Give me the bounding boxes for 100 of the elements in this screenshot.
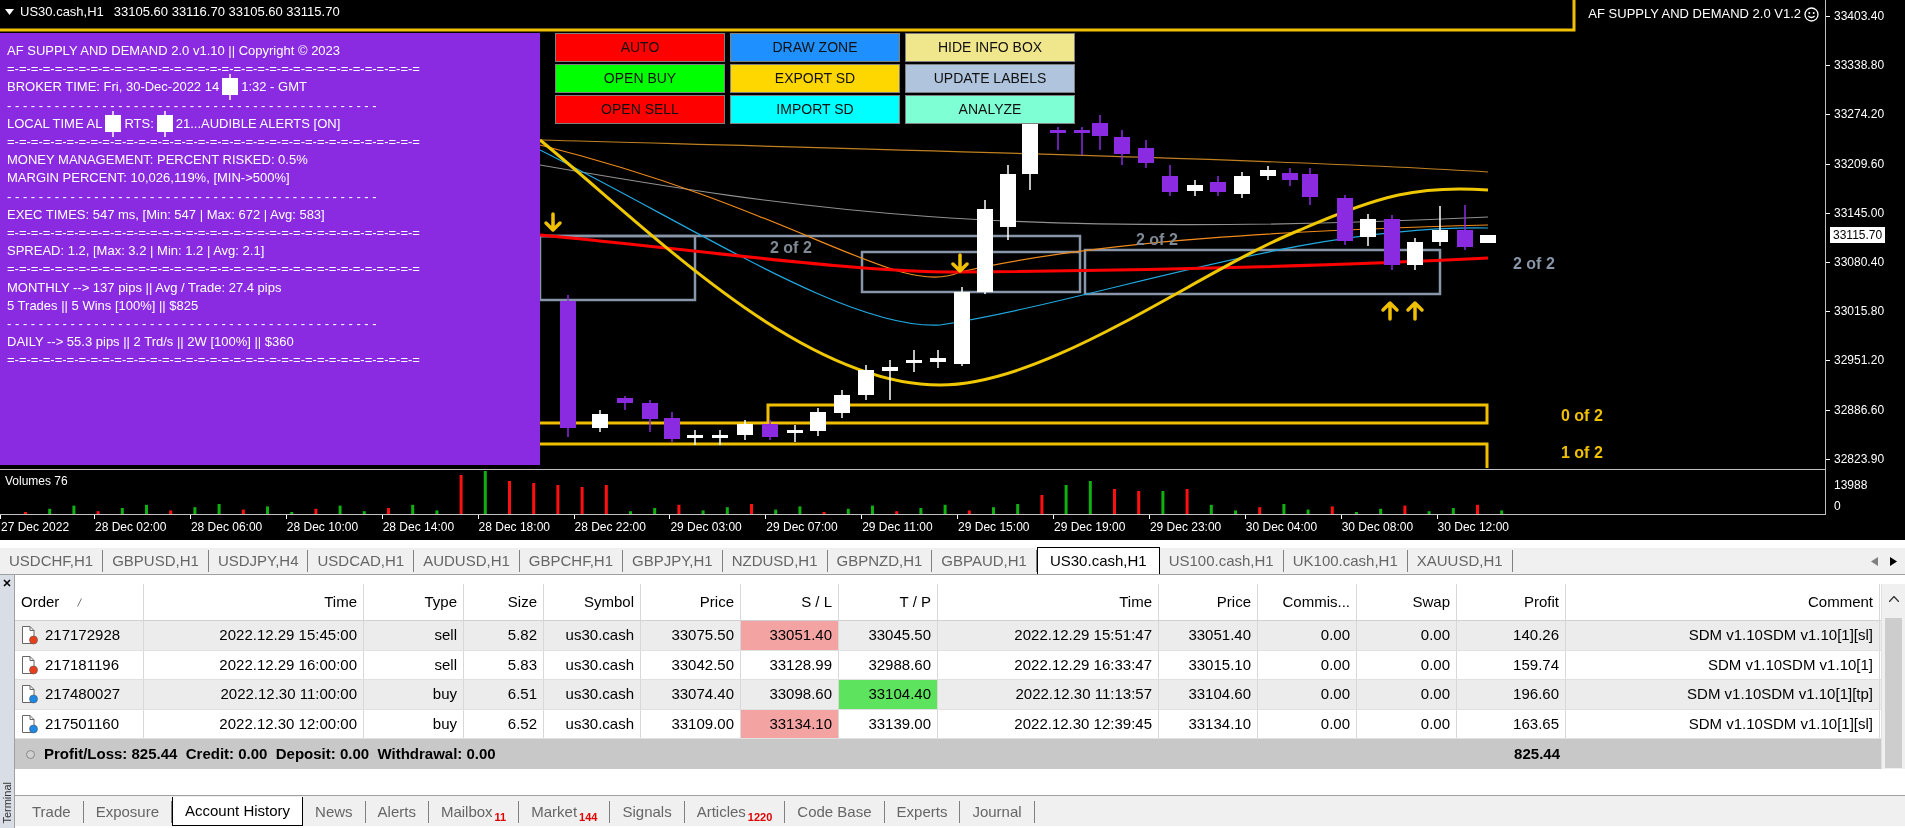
terminal-tab[interactable]: News xyxy=(303,801,366,823)
volume-bar xyxy=(217,504,221,514)
table-cell: 163.65 xyxy=(1457,709,1566,738)
volume-bar xyxy=(1016,504,1020,514)
terminal-tab[interactable]: Alerts xyxy=(365,801,429,823)
price-label: 33015.80 xyxy=(1834,304,1885,319)
candlestick xyxy=(1302,167,1318,206)
terminal-tab[interactable]: Account History xyxy=(172,797,304,826)
chart-tab[interactable]: GBPJPY,H1 xyxy=(623,550,723,572)
candlestick xyxy=(712,429,728,446)
action-button[interactable]: HIDE INFO BOX xyxy=(905,33,1075,62)
total-profit: 825.44 xyxy=(1513,743,1560,764)
table-cell: 33134.10 xyxy=(741,709,839,738)
column-header[interactable]: Swap xyxy=(1357,584,1457,620)
zone-label: 2 of 2 xyxy=(1513,255,1555,273)
candlestick xyxy=(664,411,680,443)
table-cell: 2022.12.30 12:39:45 xyxy=(938,709,1159,738)
table-cell: 33045.50 xyxy=(839,621,938,650)
column-header[interactable]: Price xyxy=(641,584,741,620)
table-cell: SDM v1.10SDM v1.10[1][sl] xyxy=(1566,709,1880,738)
chart-tab[interactable]: XAUUSD,H1 xyxy=(1407,550,1513,572)
action-button[interactable]: OPEN SELL xyxy=(555,95,725,124)
info-text: =-=-=-=-=-=-=-=-=-=-=-=-=-=-=-=-=-=-=-=-=-=-=-=-=-=-=-=-=-=-=-=-=-=-= xyxy=(7,260,420,279)
chart-tab[interactable]: GBPCHF,H1 xyxy=(519,550,624,572)
terminal-tab[interactable]: Trade xyxy=(20,801,84,823)
action-button[interactable]: IMPORT SD xyxy=(730,95,900,124)
chart-tab[interactable]: US100.cash,H1 xyxy=(1159,550,1284,572)
column-header[interactable]: Comment xyxy=(1566,584,1880,620)
volume-bar xyxy=(266,506,269,514)
scroll-left-icon[interactable] xyxy=(1871,556,1878,566)
terminal-tab[interactable]: Experts xyxy=(884,801,961,823)
column-header[interactable]: Commis... xyxy=(1258,584,1357,620)
action-button[interactable]: UPDATE LABELS xyxy=(905,64,1075,93)
table-cell: SDM v1.10SDM v1.10[1][tp] xyxy=(1566,680,1880,709)
volume-title: Volumes 76 xyxy=(5,474,68,488)
up-arrow-marker xyxy=(1406,301,1424,321)
info-text: =-=-=-=-=-=-=-=-=-=-=-=-=-=-=-=-=-=-=-=-=-=-=-=-=-=-=-=-=-=-=-=-=-=-= xyxy=(7,133,420,152)
volume-bar xyxy=(725,507,729,514)
table-cell: 33042.50 xyxy=(641,650,741,679)
column-header[interactable]: Order xyxy=(15,584,144,620)
chart-tab[interactable]: GBPAUD,H1 xyxy=(932,550,1037,572)
ohlc-values: 33105.60 33116.70 33105.60 33115.70 xyxy=(113,4,340,20)
table-cell: 2022.12.30 11:00:00 xyxy=(144,680,364,709)
dropdown-icon[interactable] xyxy=(5,9,14,15)
volume-axis-label: 13988 xyxy=(1834,478,1868,492)
scroll-up-icon[interactable] xyxy=(1888,596,1899,602)
volume-bar xyxy=(1451,508,1455,514)
scrollbar[interactable] xyxy=(1881,584,1905,769)
table-cell: 33139.00 xyxy=(839,709,938,738)
time-label: 29 Dec 07:00 xyxy=(766,520,838,534)
action-button[interactable]: ANALYZE xyxy=(905,95,1075,124)
volume-bar xyxy=(120,508,124,514)
chart-tab[interactable]: AUDUSD,H1 xyxy=(414,550,520,572)
table-cell: SDM v1.10SDM v1.10[1][sl] xyxy=(1566,621,1880,650)
info-text: DAILY --> 55.3 pips || 2 Trd/s || 2W [100%] || $360 xyxy=(7,333,294,352)
chart-tab[interactable]: US30.cash,H1 xyxy=(1036,547,1160,574)
scroll-right-icon[interactable] xyxy=(1890,556,1897,566)
scrollbar-thumb[interactable] xyxy=(1885,618,1902,768)
action-button[interactable]: DRAW ZONE xyxy=(730,33,900,62)
table-cell: 33051.40 xyxy=(1159,621,1258,650)
volume-bar xyxy=(532,483,536,514)
candlestick xyxy=(1260,165,1276,181)
column-header[interactable]: Time xyxy=(938,584,1159,620)
chart-tab[interactable]: NZDUSD,H1 xyxy=(722,550,828,572)
table-cell: 33051.40 xyxy=(741,621,839,650)
candlestick xyxy=(1187,179,1203,197)
column-header[interactable]: S / L xyxy=(741,584,839,620)
column-header[interactable]: T / P xyxy=(839,584,938,620)
column-header[interactable]: Symbol xyxy=(544,584,641,620)
terminal-tab[interactable]: Signals xyxy=(610,801,685,823)
chart-tab[interactable]: UK100.cash,H1 xyxy=(1283,550,1408,572)
action-button[interactable]: OPEN BUY xyxy=(555,64,725,93)
close-icon[interactable] xyxy=(3,579,11,587)
column-header[interactable]: Type xyxy=(364,584,464,620)
table-cell: 140.26 xyxy=(1457,621,1566,650)
volume-bar xyxy=(919,508,923,514)
action-button[interactable]: AUTO xyxy=(555,33,725,62)
column-header[interactable]: Profit xyxy=(1457,584,1566,620)
action-button[interactable]: EXPORT SD xyxy=(730,64,900,93)
time-label: 30 Dec 08:00 xyxy=(1341,520,1414,534)
candlestick xyxy=(858,364,874,401)
volume-bar xyxy=(1403,505,1407,514)
chart-tab[interactable]: USDCAD,H1 xyxy=(308,550,415,572)
chart-tab[interactable]: USDCHF,H1 xyxy=(0,550,104,572)
candlestick xyxy=(1162,164,1178,197)
chart-tab[interactable]: GBPNZD,H1 xyxy=(827,550,933,572)
table-cell: SDM v1.10SDM v1.10[1] xyxy=(1566,650,1880,679)
table-cell: 217480027 xyxy=(15,680,144,709)
volume-bar xyxy=(1113,489,1116,514)
chart-tab[interactable]: GBPUSD,H1 xyxy=(103,550,209,572)
price-label: 32951.20 xyxy=(1834,353,1885,368)
column-header[interactable]: Time xyxy=(144,584,364,620)
chart-tab[interactable]: USDJPY,H4 xyxy=(208,550,309,572)
volume-bar xyxy=(1282,504,1286,514)
time-label: 28 Dec 10:00 xyxy=(286,520,359,534)
info-text: LOCAL TIME AL xyxy=(7,114,103,133)
terminal-tab[interactable]: Code Base xyxy=(785,801,885,823)
column-header[interactable]: Size xyxy=(464,584,544,620)
column-header[interactable]: Price xyxy=(1159,584,1258,620)
terminal-tab[interactable]: Journal xyxy=(960,801,1035,823)
